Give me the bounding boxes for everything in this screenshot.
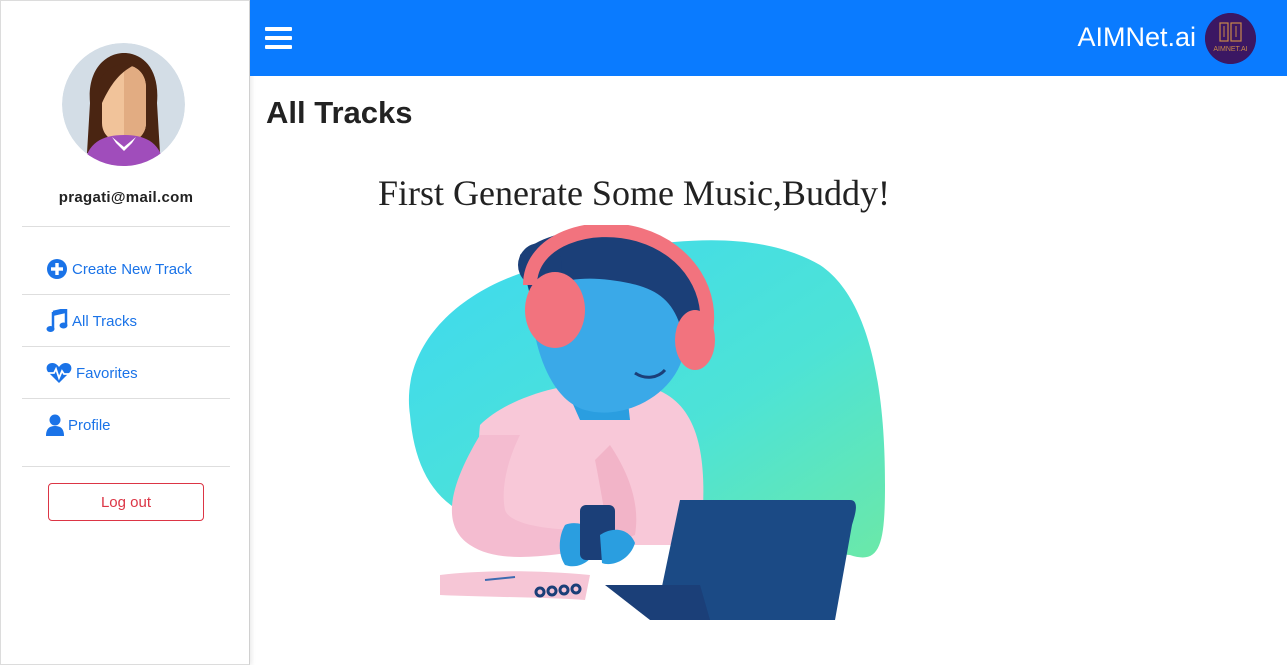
sidebar-item-label: Favorites xyxy=(76,364,138,382)
empty-state-message: First Generate Some Music,Buddy! xyxy=(378,173,890,213)
plus-circle-icon xyxy=(46,258,68,280)
user-email: pragati@mail.com xyxy=(58,189,194,206)
brand-logo-text: AIMNET.AI xyxy=(1213,46,1247,53)
empty-state-illustration xyxy=(380,223,900,625)
sidebar-item-profile[interactable]: Profile xyxy=(22,399,230,451)
divider xyxy=(22,466,230,467)
brand-logo[interactable]: AIMNET.AI xyxy=(1205,13,1256,64)
user-icon xyxy=(46,414,64,436)
sidebar: pragati@mail.com Create New Track All Tr… xyxy=(0,0,250,665)
sidebar-item-create-new-track[interactable]: Create New Track xyxy=(22,243,230,295)
sidebar-item-all-tracks[interactable]: All Tracks xyxy=(22,295,230,347)
divider xyxy=(22,226,230,227)
top-navbar: AIMNet.ai AIMNET.AI xyxy=(250,0,1287,76)
sidebar-item-label: Profile xyxy=(68,416,111,434)
sidebar-item-favorites[interactable]: Favorites xyxy=(22,347,230,399)
logout-button[interactable]: Log out xyxy=(48,483,204,521)
brand-name: AIMNet.ai xyxy=(1077,22,1196,52)
sidebar-item-label: Create New Track xyxy=(72,260,193,278)
sidebar-item-label: All Tracks xyxy=(72,312,138,330)
menu-toggle-icon[interactable] xyxy=(265,27,292,49)
avatar xyxy=(62,43,185,166)
music-note-icon xyxy=(46,309,68,332)
page-title: All Tracks xyxy=(266,95,413,130)
heartbeat-icon xyxy=(46,362,72,384)
